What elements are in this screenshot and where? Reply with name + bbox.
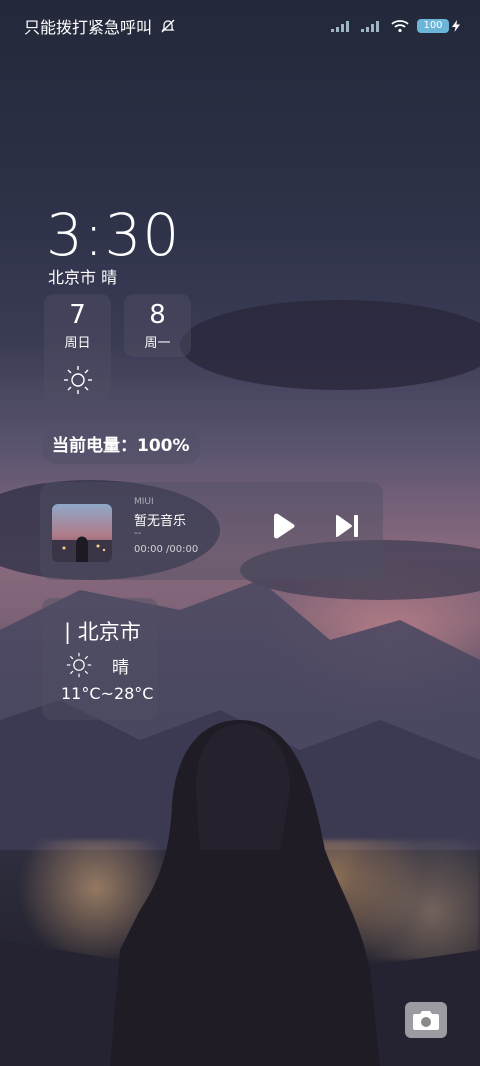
music-time: 00:00 /00:00 bbox=[134, 544, 199, 555]
weather-condition-row: 晴 bbox=[66, 652, 129, 678]
girl-silhouette bbox=[110, 720, 380, 1066]
carrier-text: 只能拨打紧急呼叫 bbox=[24, 18, 153, 37]
camera-button[interactable] bbox=[405, 1002, 447, 1038]
weather-range: 11°C~28°C bbox=[61, 684, 154, 703]
signal-icon bbox=[361, 21, 379, 32]
battery-widget[interactable]: 当前电量：100% bbox=[42, 428, 200, 464]
signal-icon bbox=[331, 21, 349, 32]
album-art[interactable] bbox=[52, 504, 112, 562]
weather-widget[interactable]: | 北京市 晴 11°C~28°C bbox=[42, 598, 158, 720]
next-icon[interactable] bbox=[335, 514, 361, 538]
weather-city: | 北京市 bbox=[64, 620, 141, 644]
battery-text: 当前电量：100% bbox=[52, 436, 190, 456]
date-card-today[interactable]: 7 周日 bbox=[44, 294, 111, 402]
music-artist: -- bbox=[134, 528, 142, 539]
lock-screen: 只能拨打紧急呼叫 100 3:30 北京市 晴 7 周日 8 周一 当前电量：1… bbox=[0, 0, 480, 1066]
wifi-icon bbox=[391, 20, 409, 33]
date-weekday: 周一 bbox=[144, 336, 171, 351]
date-card-tomorrow[interactable]: 8 周一 bbox=[124, 294, 191, 357]
date-day: 7 bbox=[69, 300, 86, 330]
music-brand: MIUI bbox=[134, 497, 154, 507]
battery-indicator: 100 bbox=[417, 19, 460, 33]
clock-location: 北京市 晴 bbox=[48, 264, 117, 288]
clock-time: 3:30 bbox=[46, 201, 181, 269]
camera-icon bbox=[413, 1011, 439, 1030]
charging-icon bbox=[452, 20, 460, 32]
weather-condition: 晴 bbox=[112, 657, 129, 678]
music-title: 暂无音乐 bbox=[134, 514, 187, 529]
sun-icon bbox=[66, 652, 92, 678]
date-weekday: 周日 bbox=[64, 336, 91, 351]
bell-off-icon bbox=[161, 19, 175, 33]
battery-level: 100 bbox=[417, 19, 449, 33]
date-day: 8 bbox=[149, 300, 166, 330]
cloud bbox=[180, 300, 480, 390]
clock-condition: 晴 bbox=[101, 268, 118, 287]
status-bar: 只能拨打紧急呼叫 100 bbox=[24, 14, 460, 38]
sun-icon bbox=[44, 365, 111, 395]
music-widget[interactable]: MIUI 暂无音乐 -- 00:00 /00:00 bbox=[40, 482, 383, 580]
clock-city: 北京市 bbox=[48, 268, 97, 287]
play-icon[interactable] bbox=[270, 513, 296, 539]
